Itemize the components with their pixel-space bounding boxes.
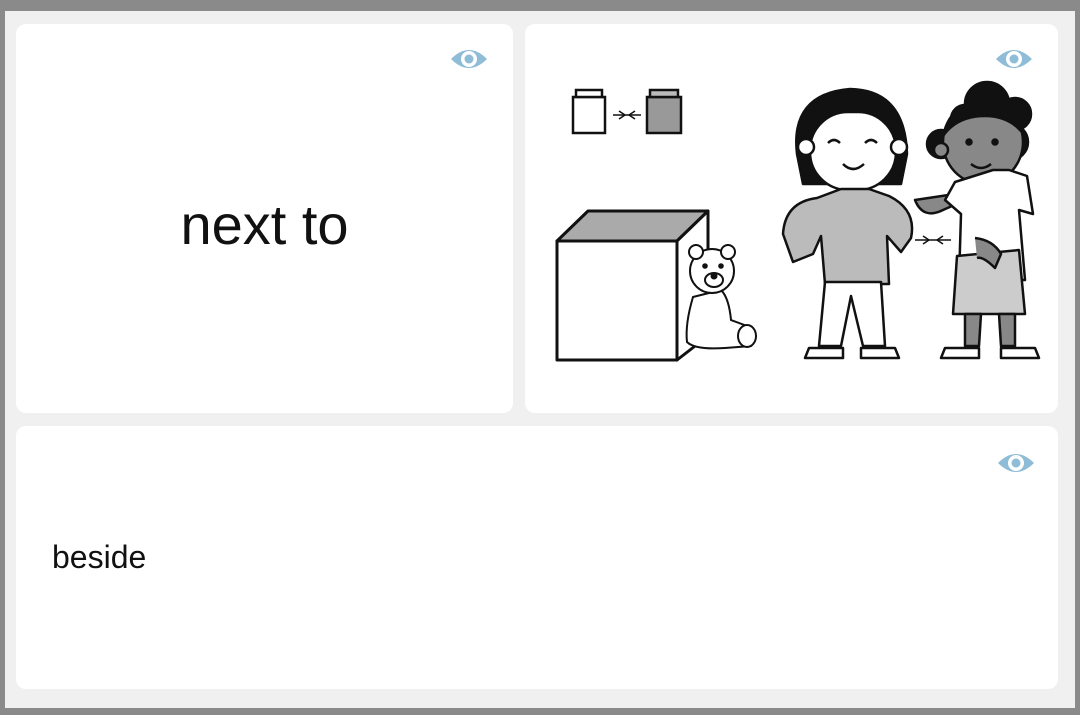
synonym-label: beside xyxy=(52,539,147,575)
eye-icon[interactable] xyxy=(996,449,1036,477)
synonym-card[interactable]: beside xyxy=(16,426,1058,689)
flashcard-frame: next to beside xyxy=(5,11,1075,708)
next-to-illustration xyxy=(555,80,1041,362)
eye-icon[interactable] xyxy=(994,45,1034,73)
eye-icon[interactable] xyxy=(449,45,489,73)
word-card[interactable]: next to xyxy=(16,24,513,413)
picture-card[interactable] xyxy=(525,24,1058,413)
word-label: next to xyxy=(180,193,349,256)
